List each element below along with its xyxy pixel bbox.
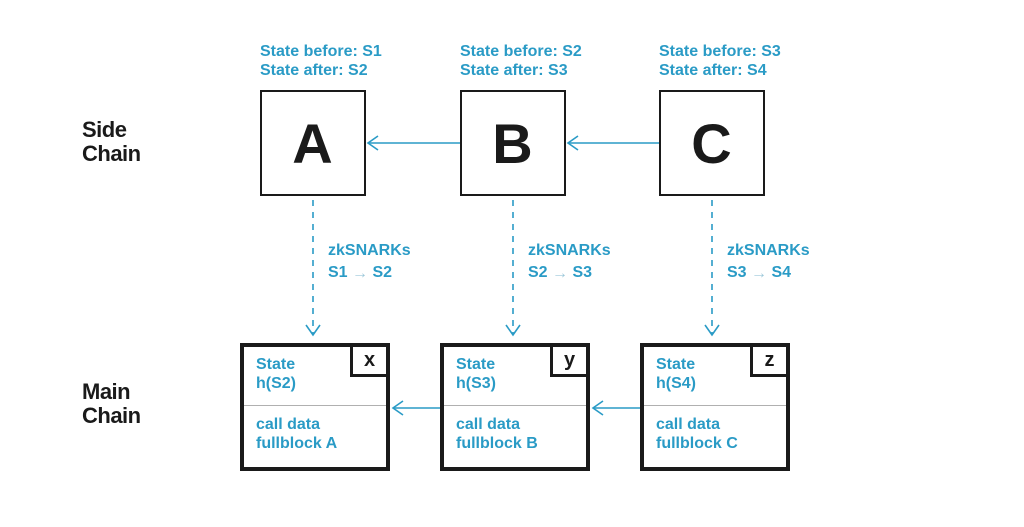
zksnark-from: S1	[328, 264, 348, 281]
main-block-tag: y	[550, 347, 586, 377]
state-hash: h(S2)	[256, 374, 344, 393]
diagram: Side Chain Main Chain State before: S1 S…	[0, 0, 1024, 527]
zksnark-title: zkSNARKs	[727, 240, 810, 262]
state-hash: h(S3)	[456, 374, 544, 393]
side-block-letter: C	[661, 92, 763, 194]
state-before: State before: S2	[460, 42, 582, 61]
state-before: State before: S1	[260, 42, 382, 61]
zksnark-label-b: zkSNARKs S2 → S3	[528, 240, 611, 283]
state-pair-c: State before: S3 State after: S4	[659, 42, 781, 80]
zksnark-from: S3	[727, 264, 747, 281]
arrow-right-icon: →	[352, 263, 368, 285]
main-block-tag: z	[750, 347, 786, 377]
state-label: State	[456, 355, 544, 374]
calldata-line2: fullblock A	[256, 434, 374, 453]
side-block-letter: A	[262, 92, 364, 194]
state-after: State after: S4	[659, 61, 781, 80]
main-block-calldata: call data fullblock A	[256, 415, 374, 453]
zksnark-to: S2	[372, 264, 392, 281]
state-label: State	[256, 355, 344, 374]
side-block-a: A	[260, 90, 366, 196]
zksnark-to: S4	[771, 264, 791, 281]
zksnark-transition: S3 → S4	[727, 262, 810, 284]
divider	[644, 405, 786, 406]
zksnark-from: S2	[528, 264, 548, 281]
main-block-calldata: call data fullblock B	[456, 415, 574, 453]
state-before: State before: S3	[659, 42, 781, 61]
main-block-x: x State h(S2) call data fullblock A	[240, 343, 390, 471]
state-hash: h(S4)	[656, 374, 744, 393]
calldata-line2: fullblock B	[456, 434, 574, 453]
side-block-letter: B	[462, 92, 564, 194]
main-block-z: z State h(S4) call data fullblock C	[640, 343, 790, 471]
zksnark-transition: S2 → S3	[528, 262, 611, 284]
side-chain-label: Side Chain	[82, 118, 141, 166]
state-after: State after: S2	[260, 61, 382, 80]
main-block-calldata: call data fullblock C	[656, 415, 774, 453]
main-block-state: State h(S2)	[256, 355, 344, 393]
zksnark-transition: S1 → S2	[328, 262, 411, 284]
calldata-line2: fullblock C	[656, 434, 774, 453]
side-block-c: C	[659, 90, 765, 196]
main-block-state: State h(S3)	[456, 355, 544, 393]
zksnark-to: S3	[572, 264, 592, 281]
state-after: State after: S3	[460, 61, 582, 80]
calldata-line1: call data	[456, 415, 574, 434]
arrow-right-icon: →	[552, 263, 568, 285]
main-block-state: State h(S4)	[656, 355, 744, 393]
main-block-tag: x	[350, 347, 386, 377]
arrow-right-icon: →	[751, 263, 767, 285]
divider	[444, 405, 586, 406]
zksnark-label-a: zkSNARKs S1 → S2	[328, 240, 411, 283]
zksnark-title: zkSNARKs	[528, 240, 611, 262]
zksnark-label-c: zkSNARKs S3 → S4	[727, 240, 810, 283]
state-pair-a: State before: S1 State after: S2	[260, 42, 382, 80]
zksnark-title: zkSNARKs	[328, 240, 411, 262]
calldata-line1: call data	[256, 415, 374, 434]
main-chain-label: Main Chain	[82, 380, 141, 428]
main-block-y: y State h(S3) call data fullblock B	[440, 343, 590, 471]
divider	[244, 405, 386, 406]
state-pair-b: State before: S2 State after: S3	[460, 42, 582, 80]
calldata-line1: call data	[656, 415, 774, 434]
state-label: State	[656, 355, 744, 374]
side-block-b: B	[460, 90, 566, 196]
